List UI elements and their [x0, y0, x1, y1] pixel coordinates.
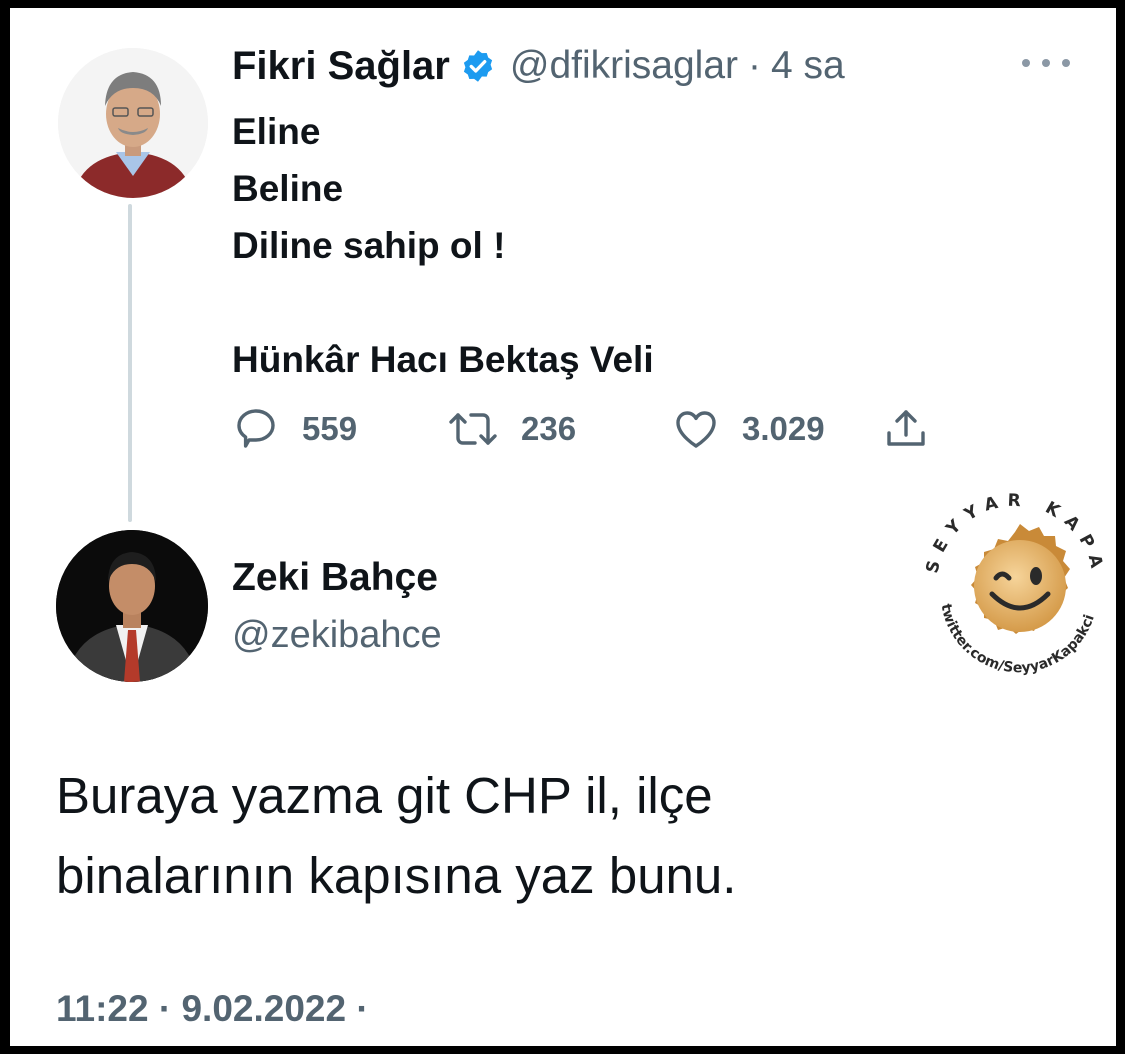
reply-button[interactable]: 559	[232, 404, 357, 454]
retweet-count: 236	[521, 410, 577, 447]
reply-icon	[232, 405, 280, 453]
reply-timestamp[interactable]: 11:22 · 9.02.2022 ·	[56, 988, 369, 1030]
more-options-icon[interactable]	[1022, 48, 1070, 78]
reply-text-line: Buraya yazma git CHP il, ilçe	[56, 767, 713, 824]
like-count: 3.029	[742, 410, 825, 447]
like-button[interactable]: 3.029	[672, 404, 825, 454]
reply-author-handle[interactable]: @zekibahce	[232, 614, 442, 657]
verified-badge-icon	[460, 48, 496, 84]
like-icon	[672, 405, 720, 453]
tweet-text-line: Diline sahip ol !	[232, 225, 506, 266]
share-button[interactable]	[882, 404, 930, 454]
tweet-screenshot: Fikri Sağlar @dfikrisaglar · 4 sa Eline …	[10, 8, 1116, 1046]
reply-count: 559	[302, 410, 358, 447]
reply-tweet-text: Buraya yazma git CHP il, ilçe binalarını…	[56, 756, 956, 916]
parent-author-name[interactable]: Fikri Sağlar	[232, 44, 450, 89]
tweet-text-line: Eline	[232, 111, 321, 152]
tweet-action-bar: 559 236 3.029	[232, 404, 932, 454]
fikri-saglar-avatar[interactable]	[58, 48, 208, 198]
thread-connector-line	[128, 204, 132, 522]
parent-tweet-time[interactable]: 4 sa	[771, 44, 845, 88]
seyyar-kapakci-watermark: SEYYAR KAPAKÇI twitter.com/SeyyarKapakci	[904, 461, 1115, 686]
zeki-bahce-avatar[interactable]	[56, 530, 208, 682]
reply-author-name[interactable]: Zeki Bahçe	[232, 556, 438, 600]
parent-tweet-text: Eline Beline Diline sahip ol ! Hünkâr Ha…	[232, 103, 654, 388]
retweet-button[interactable]: 236	[447, 404, 576, 454]
share-icon	[882, 405, 930, 453]
reply-text-line: binalarının kapısına yaz bunu.	[56, 847, 737, 904]
parent-author-handle[interactable]: @dfikrisaglar	[510, 44, 738, 88]
header-separator: ·	[748, 44, 762, 87]
retweet-icon	[447, 405, 499, 453]
tweet-text-line: Hünkâr Hacı Bektaş Veli	[232, 339, 654, 380]
tweet-text-line: Beline	[232, 168, 344, 209]
parent-tweet-header: Fikri Sağlar @dfikrisaglar · 4 sa	[232, 40, 845, 92]
tweet-text-line	[232, 274, 654, 331]
bottle-cap-smiley-icon: SEYYAR KAPAKÇI twitter.com/SeyyarKapakci	[904, 461, 1099, 676]
